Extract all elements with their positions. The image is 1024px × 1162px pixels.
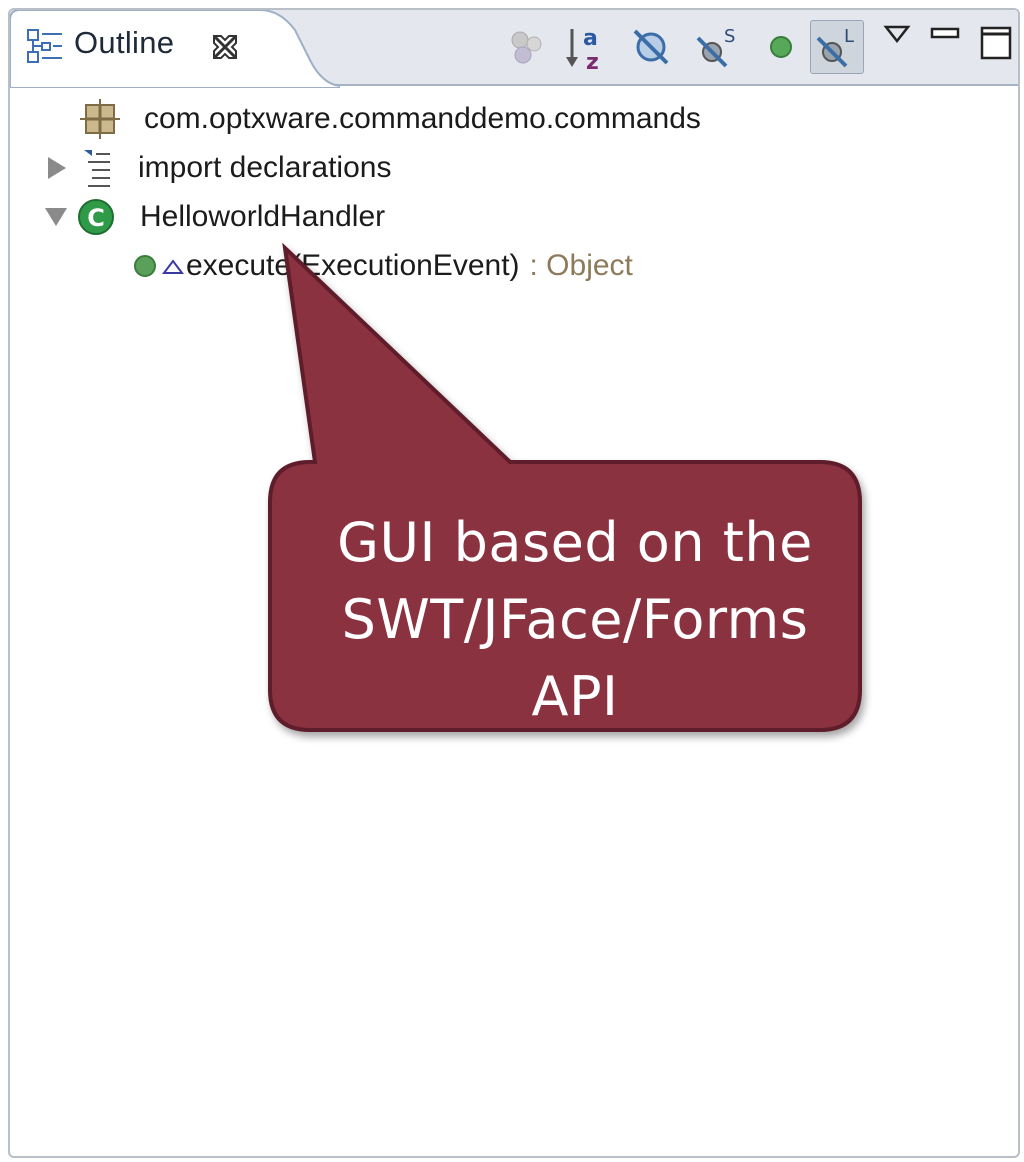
callout-line: SWT/JFace/Forms bbox=[341, 588, 809, 651]
callout-text: GUI based on the SWT/JFace/Forms API bbox=[280, 504, 870, 735]
callout-line: GUI based on the bbox=[337, 511, 813, 574]
outline-view: Outline a z S L com.optxware.commanddemo… bbox=[8, 8, 1020, 1158]
callout-line: API bbox=[531, 665, 619, 728]
